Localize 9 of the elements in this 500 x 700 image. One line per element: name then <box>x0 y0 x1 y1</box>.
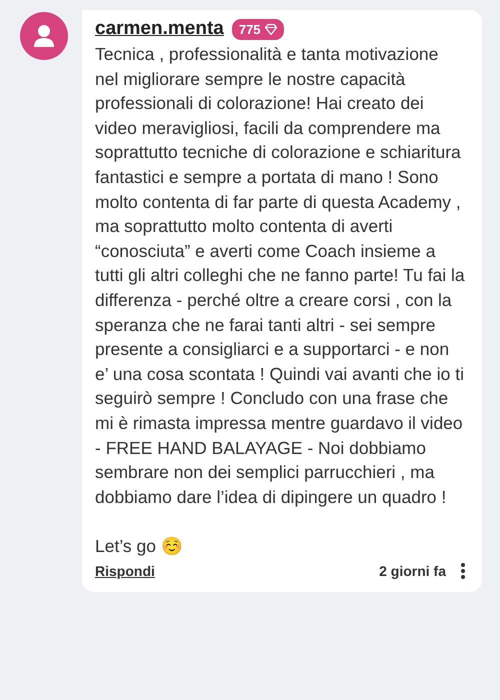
user-icon <box>33 24 55 48</box>
more-icon[interactable] <box>460 562 466 580</box>
username-link[interactable]: carmen.menta <box>95 18 224 40</box>
reply-link[interactable]: Rispondi <box>95 563 155 580</box>
timestamp: 2 giorni fa <box>379 563 446 580</box>
comment-text: Tecnica , professionalità e tanta motivazione nel migliorare sempre le nostre capacità professionali di colorazione! Hai creato dei video meravigliosi, facili da comprendere ma soprattutto tecniche di colorazione e schiaritura fantastici e sempre a portata di mano ! Sono molto contenta di far parte di questa Academy , ma soprattutto molto contenta di averti “conosciuta” e averti come Coach insieme a tutti gli altri colleghi che ne fanno parte! Tu fai la differenza - perché oltre a creare corsi , con la speranza che ne farai tanti altri - sei sempre presente a consigliarci e a supportarci - e non e’ una cosa scontata ! Quindi vai avanti che io ti seguirò sempre ! Concludo con una frase che mi è rimasta impressa mentre guardavo il video - FREE HAND BALAYAGE - Noi dobbiamo sembrare non dei semplici parrucchieri , ma dobbiamo dare l’idea di dipingere un quadro ! <box>95 43 466 509</box>
points-badge: 775 <box>232 18 284 40</box>
comment-text: Let’s go ☺ <box>95 534 184 558</box>
diamond-icon <box>264 24 277 34</box>
